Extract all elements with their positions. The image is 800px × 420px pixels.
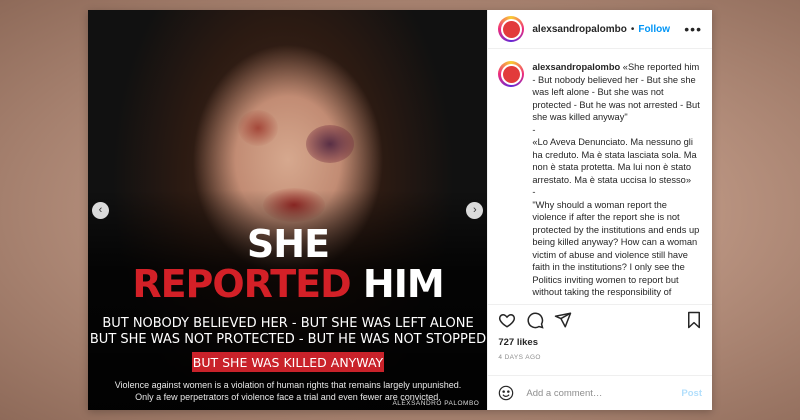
post-date[interactable]: 4 DAYS AGO [488,348,712,361]
killed-banner: BUT SHE WAS KILLED ANYWAY [192,352,384,372]
post-header: alexsandropalombo • Follow ••• [488,10,712,49]
caption-area[interactable]: alexsandropalombo «She reported him - Bu… [488,49,712,304]
headline-line-2: REPORTED HIM [88,265,487,303]
caption-avatar-image [502,65,520,83]
post-sidebar: alexsandropalombo • Follow ••• alexsandr… [487,10,712,410]
comment-input[interactable] [524,386,682,400]
comment-icon[interactable] [526,311,544,329]
footer-line-1: Violence against women is a violation of… [114,380,462,390]
caption-text: alexsandropalombo «She reported him - Bu… [532,61,702,304]
caption-avatar[interactable] [498,61,525,87]
avatar-ring [500,18,522,40]
caption-first-paragraph: alexsandropalombo «She reported him - Bu… [532,61,702,124]
action-bar [488,304,712,335]
heart-icon[interactable] [498,311,516,329]
header-username[interactable]: alexsandropalombo [532,24,626,35]
caption-separator: - [532,124,536,135]
caption-avatar-ring [500,63,522,85]
headline-red-word: REPORTED [132,262,351,306]
bruise-mark [306,125,354,163]
follow-button[interactable]: Follow [638,24,670,35]
emoji-icon[interactable] [498,385,514,401]
artist-credit: ALEXSANDRO PALOMBO [392,400,480,407]
caption-username[interactable]: alexsandropalombo [532,62,620,72]
separator-dot: • [630,23,635,35]
subheadline-line-1: BUT NOBODY BELIEVED HER - BUT SHE WAS LE… [102,316,474,331]
avatar-image [502,20,520,38]
headline-line-1: SHE [246,222,330,266]
post-image[interactable]: SHE REPORTED HIM BUT NOBODY BELIEVED HER… [88,10,488,410]
caption-italian-quote: «Lo Aveva Denunciato. Ma nessuno gli ha … [532,137,697,185]
subheadline-line-2: BUT SHE WAS NOT PROTECTED - BUT HE WAS N… [89,332,487,347]
headline-white-word: HIM [362,262,445,306]
share-icon[interactable] [554,311,572,329]
bookmark-icon[interactable] [686,311,702,329]
cheek-wound-mark [238,110,278,146]
caption-body: "Why should a woman report the violence … [532,199,700,298]
previous-image-button[interactable]: ‹ [92,202,109,219]
post-comment-button[interactable]: Post [681,388,702,399]
instagram-post-frame: SHE REPORTED HIM BUT NOBODY BELIEVED HER… [88,10,712,410]
likes-count[interactable]: 727 likes [488,335,712,348]
avatar[interactable] [498,16,525,42]
comment-bar: Post [488,375,712,410]
caption-separator-2: - [532,187,536,197]
more-options-icon[interactable]: ••• [684,21,702,37]
